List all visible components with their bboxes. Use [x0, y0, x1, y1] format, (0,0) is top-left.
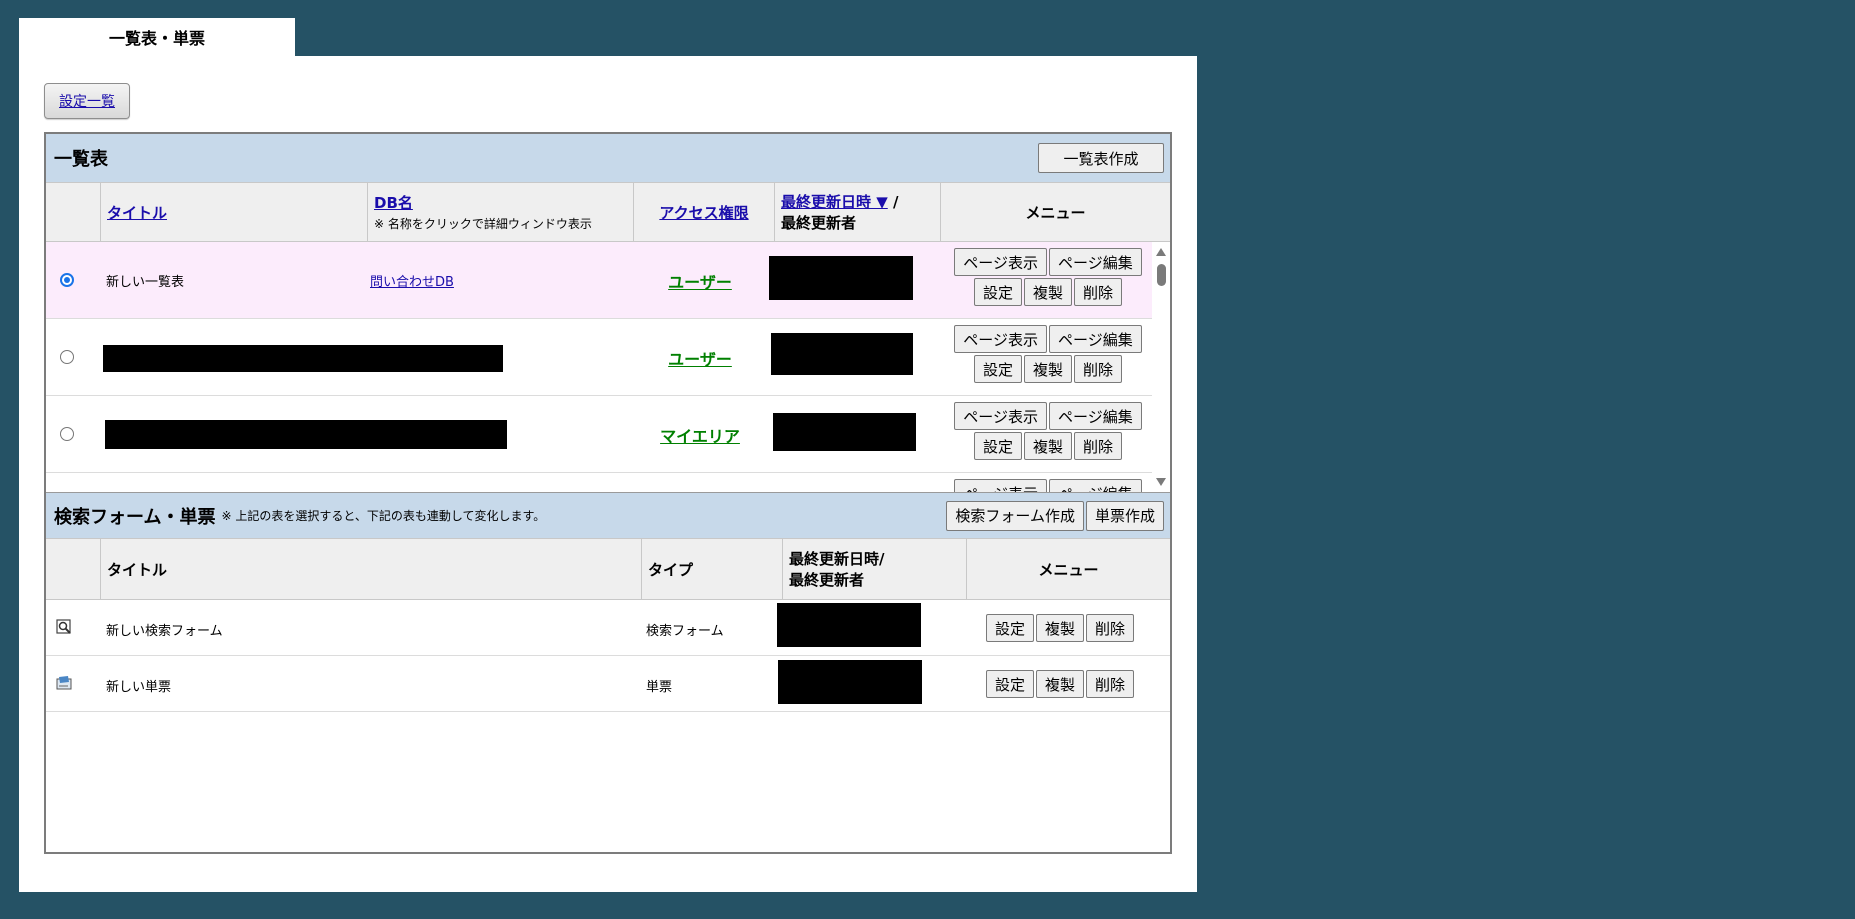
create-card-button[interactable]: 単票作成: [1085, 500, 1164, 531]
col-title: タイトル: [100, 183, 367, 241]
page-edit-button[interactable]: ページ編集: [1049, 248, 1142, 276]
page-view-button[interactable]: ページ表示: [954, 325, 1047, 353]
form-row-title: 新しい検索フォーム: [106, 624, 223, 639]
list-row[interactable]: 新しい一覧表 問い合わせDB ユーザー ページ表示 ページ編集 設定 複製 削除: [46, 242, 1152, 319]
create-list-button[interactable]: 一覧表作成: [1038, 143, 1164, 173]
row-access-link[interactable]: ユーザー: [632, 346, 768, 370]
header-slash: /: [887, 193, 899, 211]
page-edit-button[interactable]: ページ編集: [1049, 402, 1142, 430]
create-search-form-button[interactable]: 検索フォーム作成: [946, 500, 1084, 531]
copy-button[interactable]: 複製: [1036, 614, 1085, 642]
main-panel: 設定一覧 一覧表 一覧表作成 タイトル DB名 ※ 名称をクリックで詳細ウィンド…: [19, 56, 1197, 892]
content-box: 一覧表 一覧表作成 タイトル DB名 ※ 名称をクリックで詳細ウィンドウ表示 ア…: [44, 132, 1172, 854]
form-menu-header: メニュー: [1038, 560, 1099, 579]
list-section-header: 一覧表 一覧表作成: [46, 134, 1170, 182]
settings-button[interactable]: 設定: [986, 670, 1035, 698]
delete-button[interactable]: 削除: [1074, 432, 1123, 460]
form-row-title: 新しい単票: [106, 680, 172, 695]
col-access: アクセス権限: [633, 183, 774, 241]
redacted-updater: [777, 603, 921, 647]
scroll-thumb[interactable]: [1157, 264, 1166, 286]
col-menu: メニュー: [940, 183, 1170, 241]
copy-button[interactable]: 複製: [1023, 432, 1072, 460]
page-edit-button[interactable]: ページ編集: [1049, 325, 1142, 353]
list-row[interactable]: マイエリア ページ表示 ページ編集 設定 複製 削除: [46, 396, 1152, 473]
row-title: 新しい一覧表: [106, 275, 185, 290]
list-table-header: タイトル DB名 ※ 名称をクリックで詳細ウィンドウ表示 アクセス権限 最終更新…: [46, 182, 1170, 242]
scroll-up-icon[interactable]: [1156, 248, 1166, 256]
settings-list-button[interactable]: 設定一覧: [44, 83, 130, 119]
menu-header: メニュー: [1025, 203, 1086, 222]
page-view-button[interactable]: ページ表示: [954, 479, 1047, 492]
col-icon: [46, 539, 100, 599]
page-edit-button[interactable]: ページ編集: [1049, 479, 1142, 492]
form-table-header: タイトル タイプ 最終更新日時/ 最終更新者 メニュー: [46, 538, 1170, 600]
redacted-title: [105, 420, 507, 449]
form-updated-header: 最終更新日時/: [789, 550, 885, 568]
col-form-title: タイトル: [100, 539, 641, 599]
sort-db-link[interactable]: DB名: [374, 192, 627, 213]
page-view-button[interactable]: ページ表示: [954, 248, 1047, 276]
row-access-link[interactable]: マイエリア: [632, 423, 768, 447]
scroll-down-icon[interactable]: [1156, 478, 1166, 486]
row-radio[interactable]: [60, 273, 74, 287]
settings-button[interactable]: 設定: [973, 432, 1022, 460]
copy-button[interactable]: 複製: [1023, 278, 1072, 306]
form-section-note: ※ 上記の表を選択すると、下記の表も連動して変化します。: [221, 509, 546, 523]
list-row[interactable]: ユーザー ページ表示 ページ編集 設定 複製 削除: [46, 319, 1152, 396]
delete-button[interactable]: 削除: [1074, 278, 1123, 306]
form-row-type: 単票: [646, 680, 673, 695]
form-row-type: 検索フォーム: [646, 624, 724, 639]
col-form-updated: 最終更新日時/ 最終更新者: [782, 539, 966, 599]
db-note: ※ 名称をクリックで詳細ウィンドウ表示: [374, 217, 592, 231]
form-updater-header: 最終更新者: [789, 571, 865, 589]
list-scrollbar[interactable]: [1152, 242, 1170, 492]
col-type: タイプ: [641, 539, 782, 599]
sort-updated-link[interactable]: 最終更新日時 ▼: [781, 193, 888, 211]
delete-button[interactable]: 削除: [1086, 614, 1135, 642]
settings-button[interactable]: 設定: [973, 355, 1022, 383]
col-db: DB名 ※ 名称をクリックで詳細ウィンドウ表示: [367, 183, 633, 241]
form-section-title: 検索フォーム・単票: [54, 506, 216, 528]
copy-button[interactable]: 複製: [1023, 355, 1072, 383]
col-form-menu: メニュー: [966, 539, 1170, 599]
row-access-link[interactable]: ユーザー: [632, 269, 768, 293]
row-menu: ページ表示 ページ編集: [943, 479, 1152, 492]
list-rows: 新しい一覧表 問い合わせDB ユーザー ページ表示 ページ編集 設定 複製 削除: [46, 242, 1152, 492]
row-db-link[interactable]: 問い合わせDB: [370, 271, 454, 290]
form-type-header: タイプ: [648, 560, 694, 579]
col-updated: 最終更新日時 ▼ / 最終更新者: [774, 183, 940, 241]
redacted-updater: [769, 256, 913, 300]
row-menu: ページ表示 ページ編集 設定 複製 削除: [943, 402, 1152, 462]
sort-title-link[interactable]: タイトル: [107, 202, 361, 223]
settings-button[interactable]: 設定: [986, 614, 1035, 642]
magnifier-form-icon: [56, 619, 71, 634]
delete-button[interactable]: 削除: [1086, 670, 1135, 698]
form-row-menu: 設定 複製 削除: [986, 614, 1135, 642]
tab-list-card[interactable]: 一覧表・単票: [19, 18, 295, 56]
redacted-updater: [773, 413, 916, 451]
form-section-header: 検索フォーム・単票 ※ 上記の表を選択すると、下記の表も連動して変化します。 検…: [46, 492, 1170, 538]
form-row[interactable]: 新しい単票 単票 設定 複製 削除: [46, 656, 1170, 712]
delete-button[interactable]: 削除: [1074, 355, 1123, 383]
form-title-header: タイトル: [107, 560, 168, 579]
page-view-button[interactable]: ページ表示: [954, 402, 1047, 430]
sort-access-link[interactable]: アクセス権限: [659, 202, 748, 223]
row-radio[interactable]: [60, 427, 74, 441]
copy-button[interactable]: 複製: [1036, 670, 1085, 698]
settings-button[interactable]: 設定: [973, 278, 1022, 306]
redacted-title: [103, 345, 503, 372]
list-row[interactable]: ページ表示 ページ編集: [46, 473, 1152, 492]
card-form-icon: [56, 676, 72, 690]
redacted-updater: [771, 333, 913, 375]
row-menu: ページ表示 ページ編集 設定 複製 削除: [943, 325, 1152, 385]
form-row-menu: 設定 複製 削除: [986, 670, 1135, 698]
col-select: [46, 183, 100, 241]
row-radio[interactable]: [60, 350, 74, 364]
list-section-title: 一覧表: [54, 149, 108, 170]
form-row[interactable]: 新しい検索フォーム 検索フォーム 設定 複製 削除: [46, 600, 1170, 656]
row-menu: ページ表示 ページ編集 設定 複製 削除: [943, 248, 1152, 308]
updater-header: 最終更新者: [781, 214, 857, 232]
redacted-updater: [778, 660, 922, 704]
